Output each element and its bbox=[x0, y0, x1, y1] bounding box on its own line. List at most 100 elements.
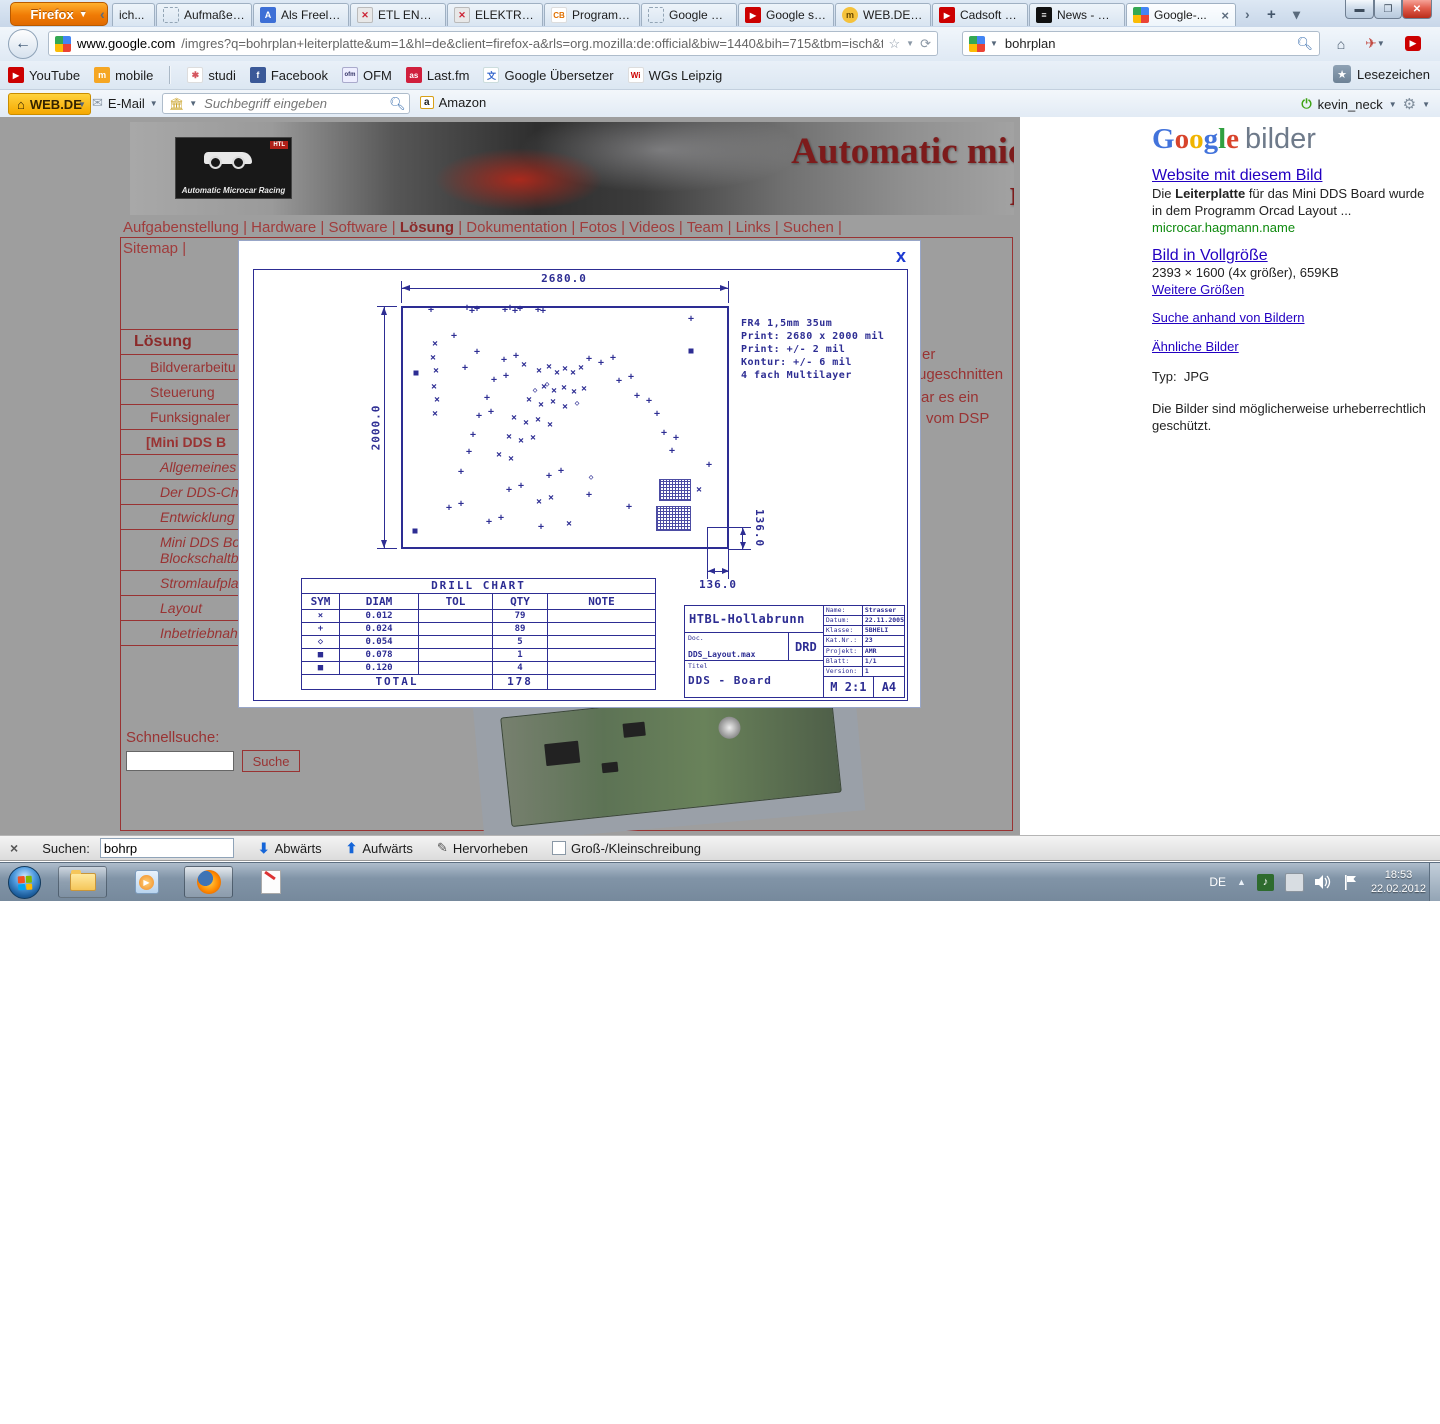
tab-ich-[interactable]: ich... bbox=[112, 3, 155, 26]
webde-search-input[interactable] bbox=[202, 95, 385, 112]
tab-scroll-right-icon[interactable]: › bbox=[1245, 6, 1250, 22]
clock[interactable]: 18:53 22.02.2012 bbox=[1371, 868, 1426, 896]
drill-mark-d: ◇ bbox=[532, 385, 538, 395]
tab-elektrom-[interactable]: ✕ ELEKTROM... bbox=[447, 3, 543, 26]
tab-aufma-e-all-[interactable]: Aufmaße all... bbox=[156, 3, 252, 26]
search-engine-dropdown-icon[interactable]: ▼ bbox=[990, 39, 998, 48]
show-desktop-button[interactable] bbox=[1429, 863, 1440, 901]
clipboard-icon[interactable] bbox=[1284, 872, 1304, 892]
highlight-all-button[interactable]: ✎ Hervorheben bbox=[437, 840, 528, 856]
popup-close-icon[interactable]: x bbox=[896, 247, 906, 265]
tab-list-icon[interactable]: ▾ bbox=[1293, 6, 1300, 23]
back-button[interactable]: ← bbox=[8, 29, 38, 59]
nav-item-aufgabenstellung[interactable]: Aufgabenstellung bbox=[123, 219, 239, 236]
schnellsuche-input[interactable] bbox=[126, 751, 234, 771]
start-button[interactable] bbox=[8, 866, 41, 899]
tab-scroll-left-icon[interactable]: ‹ bbox=[100, 6, 105, 22]
bookmark-last-fm[interactable]: as Last.fm bbox=[405, 67, 469, 83]
nav-item-team[interactable]: Team bbox=[687, 219, 724, 236]
webde-search-dropdown-icon[interactable]: ▼ bbox=[189, 99, 197, 108]
nav-item-suchen[interactable]: Suchen bbox=[783, 219, 834, 236]
bookmark-facebook[interactable]: f Facebook bbox=[249, 67, 328, 83]
taskbar-editor-button[interactable] bbox=[246, 866, 295, 898]
bookmark-mobile[interactable]: m mobile bbox=[94, 67, 153, 83]
close-button[interactable]: ✕ bbox=[1402, 0, 1432, 19]
more-sizes-link[interactable]: Weitere Größen bbox=[1152, 282, 1244, 297]
similar-images-link[interactable]: Ähnliche Bilder bbox=[1152, 339, 1239, 354]
taskbar-firefox-button[interactable] bbox=[184, 866, 233, 898]
nav-item-software[interactable]: Software bbox=[328, 219, 387, 236]
bookmark-star-icon[interactable]: ☆ bbox=[889, 36, 901, 52]
nav-item-fotos[interactable]: Fotos bbox=[579, 219, 617, 236]
find-input[interactable] bbox=[99, 838, 234, 858]
schnellsuche-button[interactable]: Suche bbox=[242, 750, 300, 772]
drill-mark-+: + bbox=[502, 370, 510, 382]
url-bar[interactable]: www.google.com /imgres?q=bohrplan+leiter… bbox=[48, 31, 938, 56]
search-magnifier-icon[interactable]: 🔍︎ bbox=[1296, 36, 1313, 52]
tab-als-freelanc-[interactable]: A Als Freelanc... bbox=[253, 3, 349, 26]
media-player-icon: ▶ bbox=[134, 870, 159, 894]
webde-search-box[interactable]: 🏛︎ ▼ 🔍︎ bbox=[162, 93, 410, 114]
match-case-checkbox[interactable]: Groß-/Kleinschreibung bbox=[551, 841, 701, 856]
search-bar[interactable]: ▼ 🔍︎ bbox=[962, 31, 1320, 56]
email-button[interactable]: ✉ E-Mail ▼ bbox=[92, 95, 158, 111]
website-with-image-link[interactable]: Website mit diesem Bild bbox=[1152, 167, 1322, 185]
drill-mark-d: ◇ bbox=[574, 398, 580, 408]
taskbar-mediaplayer-button[interactable]: ▶ bbox=[122, 866, 171, 898]
arrowhead bbox=[720, 285, 728, 291]
bookmark-studi[interactable]: ✱ studi bbox=[187, 67, 236, 83]
search-input[interactable] bbox=[1002, 35, 1292, 52]
volume-icon[interactable] bbox=[1315, 874, 1332, 891]
bookmark-google-bersetzer[interactable]: 文 Google Übersetzer bbox=[483, 67, 614, 83]
nav-item-lösung[interactable]: Lösung bbox=[400, 219, 454, 236]
bookmarks-menu-button[interactable]: ★ Lesezeichen bbox=[1333, 65, 1430, 83]
send-page-icon[interactable]: ✈ ▼ bbox=[1358, 31, 1392, 56]
tab-etl-energi-[interactable]: ✕ ETL ENERGI... bbox=[350, 3, 446, 26]
new-tab-button[interactable]: + bbox=[1267, 6, 1276, 23]
youtube-addon-button[interactable]: ▶ bbox=[1398, 31, 1428, 56]
drill-mark-+: + bbox=[461, 362, 469, 374]
search-by-image-link[interactable]: Suche anhand von Bildern bbox=[1152, 310, 1305, 325]
tab-google-sket-[interactable]: Google Sket... bbox=[641, 3, 737, 26]
fullsize-image-link[interactable]: Bild in Vollgröße bbox=[1152, 247, 1268, 265]
nav-item-hardware[interactable]: Hardware bbox=[251, 219, 316, 236]
tab-programm-f-[interactable]: CB Programm f... bbox=[544, 3, 640, 26]
bookmark-wgs-leipzig[interactable]: Wi WGs Leipzig bbox=[627, 67, 722, 83]
gear-icon[interactable]: ⚙︎ bbox=[1403, 95, 1416, 113]
nav-item-sitemap[interactable]: Sitemap bbox=[123, 240, 178, 257]
firefox-menu-button[interactable]: Firefox ▼ bbox=[10, 2, 108, 26]
email-dropdown-icon[interactable]: ▼ bbox=[150, 99, 158, 108]
tab-google-[interactable]: Google-... × bbox=[1126, 3, 1236, 26]
webde-dropdown-icon[interactable]: ▼ bbox=[78, 100, 86, 109]
bookmark-ofm[interactable]: ofm OFM bbox=[341, 67, 392, 83]
nav-item-dokumentation[interactable]: Dokumentation bbox=[466, 219, 567, 236]
tab-close-icon[interactable]: × bbox=[1221, 8, 1229, 23]
hidden-icons-chevron[interactable]: ▲ bbox=[1237, 877, 1246, 887]
action-center-flag-icon[interactable] bbox=[1343, 874, 1360, 891]
drill-mark-+: + bbox=[516, 303, 524, 315]
webde-magnifier-icon[interactable]: 🔍︎ bbox=[389, 96, 406, 112]
pcb-connector bbox=[717, 715, 742, 740]
gear-dropdown-icon[interactable]: ▼ bbox=[1422, 100, 1430, 109]
music-app-icon[interactable]: ♪ bbox=[1256, 873, 1274, 891]
user-dropdown-icon[interactable]: ▼ bbox=[1389, 100, 1397, 109]
tab-cadsoft-ea-[interactable]: ▶ Cadsoft EA... bbox=[932, 3, 1028, 26]
nav-item-links[interactable]: Links bbox=[736, 219, 771, 236]
minimize-button[interactable]: ▬ bbox=[1345, 0, 1374, 19]
reload-icon[interactable]: ⟳ bbox=[920, 36, 931, 52]
taskbar-explorer-button[interactable] bbox=[58, 866, 107, 898]
restore-button[interactable]: ❐ bbox=[1374, 0, 1402, 19]
home-button[interactable]: ⌂ bbox=[1328, 31, 1354, 56]
find-close-icon[interactable]: × bbox=[10, 840, 18, 856]
find-next-button[interactable]: ⬇ Abwärts bbox=[258, 840, 322, 857]
url-dropdown-icon[interactable]: ▼ bbox=[906, 39, 914, 48]
tab-web-de-fre-[interactable]: m WEB.DE Fre... bbox=[835, 3, 931, 26]
bookmark-youtube[interactable]: ▶ YouTube bbox=[8, 67, 80, 83]
find-previous-button[interactable]: ⬆ Aufwärts bbox=[346, 840, 413, 857]
tab-news-mikr-[interactable]: ≡ News - Mikr... bbox=[1029, 3, 1125, 26]
language-indicator[interactable]: DE bbox=[1209, 875, 1226, 889]
pcb-chip bbox=[601, 761, 619, 774]
amazon-button[interactable]: a Amazon bbox=[420, 95, 486, 110]
nav-item-videos[interactable]: Videos bbox=[629, 219, 675, 236]
tab-google-sket-[interactable]: ▶ Google sket... bbox=[738, 3, 834, 26]
